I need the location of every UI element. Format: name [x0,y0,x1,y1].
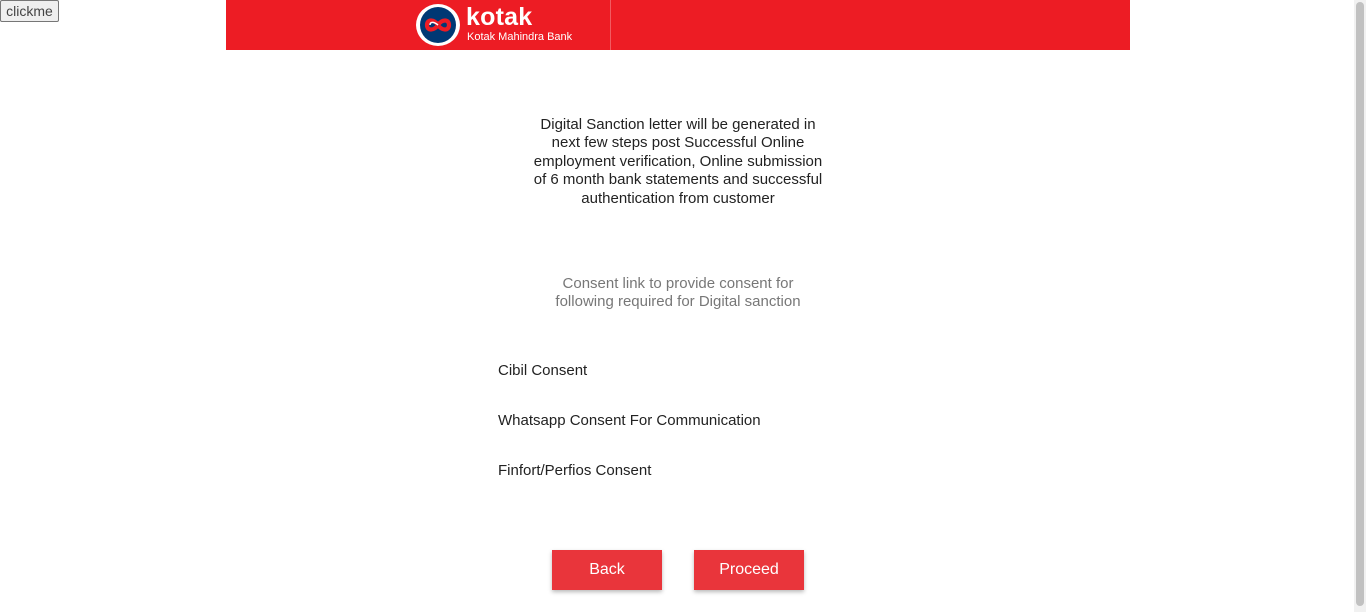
consent-link-text: Consent link to provide consent for foll… [555,275,801,311]
proceed-button[interactable]: Proceed [694,550,804,590]
consent-item-cibil: Cibil Consent [498,362,588,379]
scrollbar-thumb[interactable] [1356,2,1364,606]
brand-name: kotak [466,3,533,31]
header-bar: kotak Kotak Mahindra Bank [226,0,1130,50]
page-scrollbar[interactable] [1354,0,1366,612]
clickme-button[interactable]: clickme [0,0,59,22]
header-divider [610,0,611,50]
back-button[interactable]: Back [552,550,662,590]
kotak-infinity-logo-icon [416,4,460,46]
sanction-info-text: Digital Sanction letter will be generate… [533,116,823,207]
brand-subtitle: Kotak Mahindra Bank [467,31,573,43]
consent-item-whatsapp: Whatsapp Consent For Communication [498,412,761,429]
consent-item-finfort-perfios: Finfort/Perfios Consent [498,462,652,479]
